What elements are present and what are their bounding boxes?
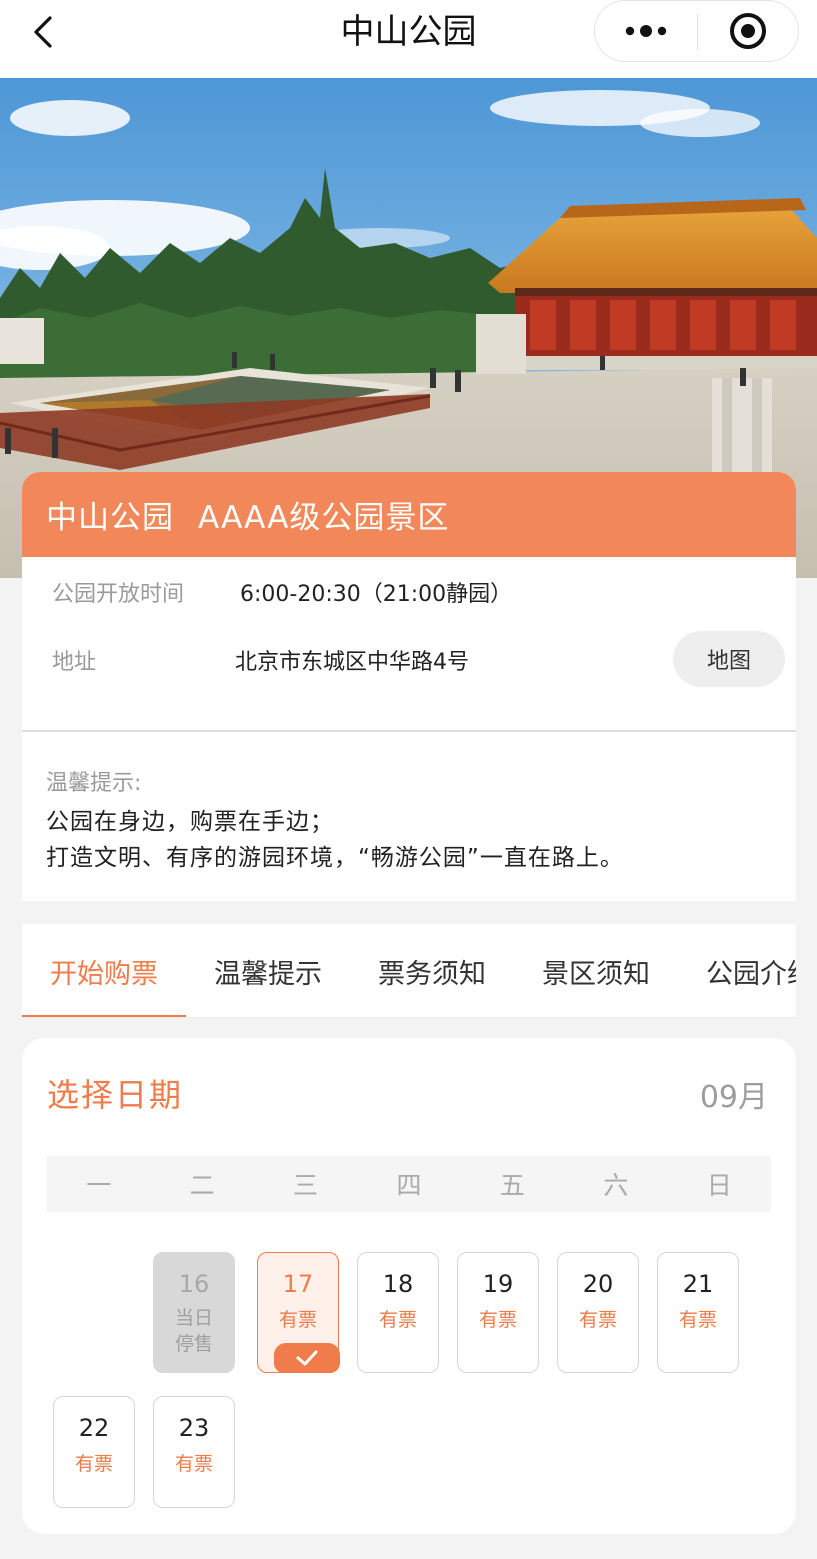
current-month: 09月 [699, 1080, 768, 1115]
weekday-header: 一 二 三 四 五 六 日 [47, 1156, 771, 1212]
date-status: 有票 [478, 1309, 517, 1331]
date-status: 停售 [174, 1333, 213, 1355]
date-number: 20 [582, 1270, 614, 1298]
date-cell[interactable]: 22 有票 [53, 1396, 135, 1508]
date-cell-disabled: 16 当日 停售 [153, 1252, 235, 1373]
park-name: 中山公园 [46, 500, 174, 536]
park-grade: AAAA级公园景区 [198, 500, 450, 536]
opening-hours-label: 公园开放时间 [52, 582, 185, 607]
weekday-label: 一 [86, 1171, 112, 1200]
date-picker-title: 选择日期 [47, 1076, 184, 1114]
park-info-card: 中山公园 AAAA级公园景区 公园开放时间 6:00-20:30（21:00静园… [22, 472, 796, 730]
date-status: 有票 [378, 1309, 417, 1331]
more-button[interactable] [595, 1, 697, 61]
weekday-label: 三 [293, 1171, 319, 1200]
tab-ticket-notice[interactable]: 票务须知 [350, 924, 514, 1017]
tab-bar: 开始购票 温馨提示 票务须知 景区须知 公园介绍 [22, 924, 796, 1018]
date-number: 21 [682, 1270, 714, 1298]
map-button[interactable]: 地图 [673, 631, 785, 687]
tab-scenic-notice[interactable]: 景区须知 [514, 924, 678, 1017]
weekday-label: 日 [706, 1171, 732, 1200]
date-number: 16 [178, 1270, 210, 1298]
target-icon [730, 13, 766, 49]
date-status: 有票 [174, 1453, 213, 1475]
weekday-label: 五 [499, 1171, 525, 1200]
date-cell[interactable]: 21 有票 [657, 1252, 739, 1373]
date-status: 有票 [578, 1309, 617, 1331]
top-nav-bar: 中山公园 [0, 0, 817, 78]
tip-line: 打造文明、有序的游园环境，“畅游公园”一直在路上。 [46, 845, 624, 871]
date-status: 有票 [678, 1309, 717, 1331]
close-mini-program-button[interactable] [698, 1, 798, 61]
date-status: 当日 [174, 1307, 213, 1329]
tab-tips[interactable]: 温馨提示 [186, 924, 350, 1017]
tab-park-intro[interactable]: 公园介绍 [678, 924, 796, 1017]
park-header: 中山公园 AAAA级公园景区 [22, 472, 796, 557]
tips-section: 温馨提示: 公园在身边，购票在手边； 打造文明、有序的游园环境，“畅游公园”一直… [22, 732, 796, 901]
date-number: 23 [178, 1414, 210, 1442]
weekday-label: 四 [396, 1171, 422, 1200]
mini-program-capsule [594, 0, 799, 62]
date-number: 18 [382, 1270, 414, 1298]
opening-hours-value: 6:00-20:30（21:00静园） [240, 582, 513, 607]
date-cell[interactable]: 23 有票 [153, 1396, 235, 1508]
date-number: 17 [282, 1270, 314, 1298]
check-icon [296, 1350, 318, 1366]
more-dots-icon [625, 25, 667, 37]
date-cell[interactable]: 20 有票 [557, 1252, 639, 1373]
date-cell[interactable]: 19 有票 [457, 1252, 539, 1373]
tip-line: 公园在身边，购票在手边； [46, 809, 334, 835]
date-number: 19 [482, 1270, 514, 1298]
tab-start-purchase[interactable]: 开始购票 [22, 924, 186, 1017]
date-picker-card: 选择日期 09月 一 二 三 四 五 六 日 16 当日 停售 17 有票 18… [22, 1038, 796, 1534]
date-status: 有票 [74, 1453, 113, 1475]
tips-title: 温馨提示: [46, 771, 142, 796]
opening-hours-row: 公园开放时间 6:00-20:30（21:00静园） [52, 576, 796, 608]
weekday-label: 六 [603, 1171, 629, 1200]
address-label: 地址 [52, 650, 97, 675]
date-cell-selected[interactable]: 17 有票 [257, 1252, 340, 1373]
weekday-label: 二 [189, 1171, 215, 1200]
selected-badge [274, 1343, 340, 1373]
date-status: 有票 [278, 1309, 317, 1331]
date-cell[interactable]: 18 有票 [357, 1252, 439, 1373]
address-value: 北京市东城区中华路4号 [235, 650, 469, 675]
date-number: 22 [78, 1414, 110, 1442]
